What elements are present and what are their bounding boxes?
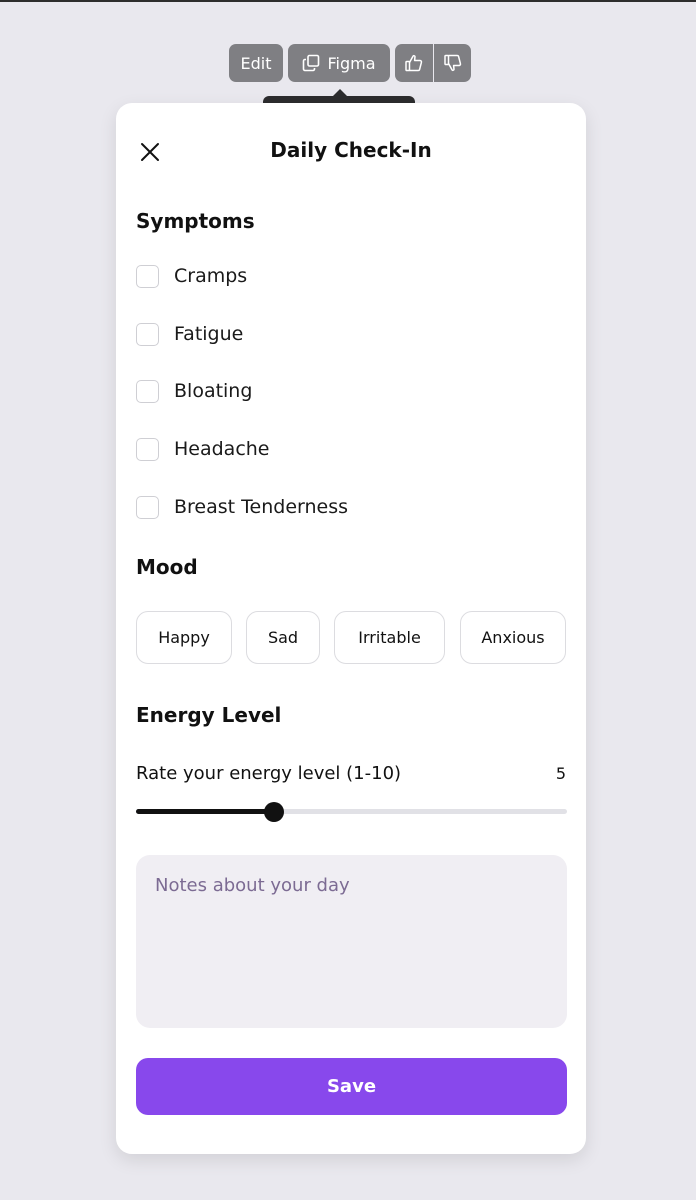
headache-checkbox[interactable] xyxy=(136,437,159,461)
energy-value: 5 xyxy=(555,764,566,783)
symptoms-heading: Symptoms xyxy=(136,209,255,233)
notes-textarea[interactable] xyxy=(136,855,567,1028)
bloating-checkbox[interactable] xyxy=(136,379,159,403)
slider-thumb[interactable] xyxy=(263,801,284,822)
symptom-label: Headache xyxy=(174,438,270,460)
cramps-checkbox[interactable] xyxy=(136,264,159,288)
symptom-label: Breast Tenderness xyxy=(174,496,349,518)
daily-check-in-dialog: Daily Check-In Symptoms Cramps Fatigue B… xyxy=(116,103,586,1154)
fatigue-checkbox[interactable] xyxy=(136,322,159,346)
toolbar: Edit Figma xyxy=(229,44,471,82)
mood-happy-button[interactable]: Happy xyxy=(136,611,232,664)
mood-heading: Mood xyxy=(136,555,198,579)
symptom-headache[interactable]: Headache xyxy=(136,435,270,463)
thumbs-down-icon xyxy=(443,53,463,73)
slider-fill xyxy=(136,809,274,814)
symptom-bloating[interactable]: Bloating xyxy=(136,377,252,405)
thumbs-down-button[interactable] xyxy=(434,44,471,82)
breast-tenderness-checkbox[interactable] xyxy=(136,495,159,519)
mood-sad-button[interactable]: Sad xyxy=(246,611,320,664)
thumbs-up-icon xyxy=(404,53,424,73)
symptom-label: Cramps xyxy=(174,265,248,287)
energy-slider[interactable] xyxy=(136,801,567,822)
copy-icon xyxy=(302,54,320,72)
thumbs-up-button[interactable] xyxy=(395,44,433,82)
mood-anxious-button[interactable]: Anxious xyxy=(460,611,566,664)
window-top-border xyxy=(0,0,696,2)
dialog-title: Daily Check-In xyxy=(270,138,432,162)
figma-button[interactable]: Figma xyxy=(288,44,390,82)
symptom-cramps[interactable]: Cramps xyxy=(136,262,247,290)
mood-irritable-button[interactable]: Irritable xyxy=(334,611,445,664)
symptom-label: Fatigue xyxy=(174,323,244,345)
edit-button[interactable]: Edit xyxy=(229,44,283,82)
save-button[interactable]: Save xyxy=(136,1058,567,1115)
energy-rating-label: Rate your energy level (1-10) xyxy=(136,763,402,784)
symptom-breast-tenderness[interactable]: Breast Tenderness xyxy=(136,493,348,521)
energy-level-heading: Energy Level xyxy=(136,703,282,727)
figma-button-label: Figma xyxy=(327,53,376,73)
symptom-label: Bloating xyxy=(174,380,253,402)
symptom-fatigue[interactable]: Fatigue xyxy=(136,320,243,348)
